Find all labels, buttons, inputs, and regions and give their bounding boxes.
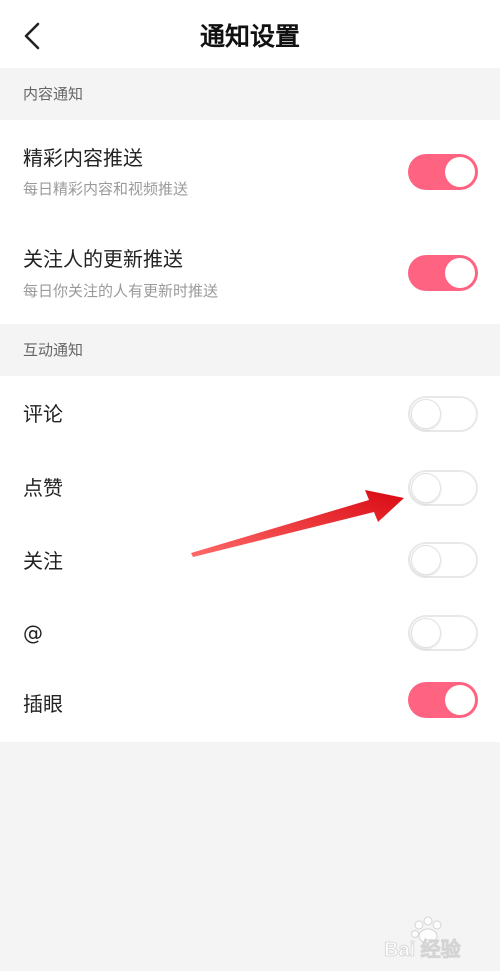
setting-row-bookmark: 插眼 <box>0 670 500 742</box>
setting-title: 精彩内容推送 <box>23 146 143 170</box>
watermark-text: Bai 经验 <box>384 937 461 961</box>
toggle-featured-push[interactable] <box>408 154 478 190</box>
toggle-follow[interactable] <box>408 542 478 578</box>
toggle-mention[interactable] <box>408 615 478 651</box>
setting-row-like: 点赞 <box>0 450 500 524</box>
setting-subtitle: 每日你关注的人有更新时推送 <box>23 282 219 300</box>
content-notification-group: 精彩内容推送 每日精彩内容和视频推送 关注人的更新推送 每日你关注的人有更新时推… <box>0 120 500 324</box>
setting-row-follow: 关注 <box>0 524 500 597</box>
watermark: Bai 经验 <box>382 912 492 962</box>
section-header-label: 内容通知 <box>23 85 84 103</box>
setting-title: 关注 <box>23 549 63 573</box>
nav-header: 通知设置 <box>0 0 500 68</box>
setting-row-mention: @ <box>0 597 500 670</box>
setting-title: 点赞 <box>23 476 63 500</box>
setting-title: 插眼 <box>23 692 63 716</box>
toggle-comment[interactable] <box>408 396 478 432</box>
interaction-notification-group: 评论 点赞 关注 @ 插眼 <box>0 376 500 742</box>
setting-subtitle: 每日精彩内容和视频推送 <box>23 180 189 198</box>
paw-logo-icon: Bai 经验 <box>384 916 461 961</box>
setting-title: 评论 <box>23 402 63 426</box>
toggle-like[interactable] <box>408 470 478 506</box>
toggle-knob <box>411 545 441 575</box>
setting-title: @ <box>23 621 43 645</box>
setting-title: 关注人的更新推送 <box>23 247 183 271</box>
page-title: 通知设置 <box>199 22 300 51</box>
setting-row-comment: 评论 <box>0 376 500 450</box>
toggle-knob <box>411 399 441 429</box>
toggle-following-updates[interactable] <box>408 255 478 291</box>
section-header-interaction: 互动通知 <box>0 324 500 376</box>
setting-row-featured-push: 精彩内容推送 每日精彩内容和视频推送 <box>0 120 500 222</box>
section-header-label: 互动通知 <box>23 341 84 359</box>
toggle-knob <box>445 685 475 715</box>
setting-row-following-updates: 关注人的更新推送 每日你关注的人有更新时推送 <box>0 222 500 324</box>
section-header-content: 内容通知 <box>0 68 500 120</box>
toggle-knob <box>411 473 441 503</box>
toggle-knob <box>445 157 475 187</box>
toggle-bookmark[interactable] <box>408 682 478 718</box>
toggle-knob <box>411 618 441 648</box>
toggle-knob <box>445 258 475 288</box>
